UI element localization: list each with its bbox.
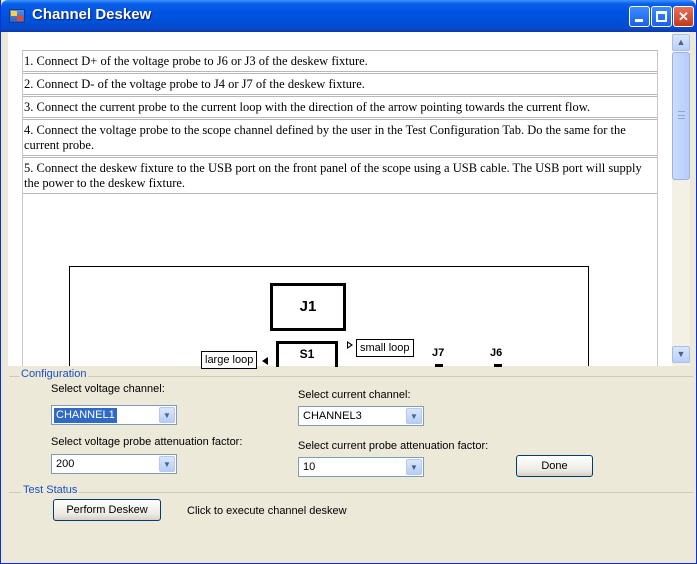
small-loop-label: small loop bbox=[356, 339, 414, 357]
deskew-fixture-diagram: J1 S1 small loop large loop J7 J6 bbox=[69, 266, 589, 369]
chevron-down-icon[interactable]: ▼ bbox=[159, 456, 175, 472]
window-title: Channel Deskew bbox=[32, 6, 152, 23]
instructions-panel: 1. Connect D+ of the voltage probe to J6… bbox=[8, 32, 679, 369]
voltage-channel-label: Select voltage channel: bbox=[51, 383, 165, 395]
current-atten-label: Select current probe attenuation factor: bbox=[298, 440, 489, 452]
configuration-group-border bbox=[9, 376, 693, 377]
minimize-icon bbox=[635, 19, 643, 22]
perform-deskew-button[interactable]: Perform Deskew bbox=[53, 499, 161, 521]
connector-j6-pin bbox=[494, 364, 502, 367]
instruction-step-3: 3. Connect the current probe to the curr… bbox=[23, 96, 657, 118]
test-status-group-border bbox=[9, 492, 693, 493]
scroll-down-button[interactable]: ▼ bbox=[672, 346, 690, 363]
voltage-atten-label: Select voltage probe attenuation factor: bbox=[51, 436, 243, 448]
voltage-atten-value: 200 bbox=[56, 458, 75, 470]
chevron-down-icon: ▼ bbox=[676, 349, 686, 359]
instruction-step-4: 4. Connect the voltage probe to the scop… bbox=[23, 119, 657, 156]
current-channel-label: Select current channel: bbox=[298, 389, 411, 401]
close-icon: ✕ bbox=[678, 9, 689, 24]
current-channel-select[interactable]: CHANNEL3 ▼ bbox=[298, 406, 424, 426]
instruction-step-2: 2. Connect D- of the voltage probe to J4… bbox=[23, 73, 657, 95]
voltage-atten-select[interactable]: 200 ▼ bbox=[51, 454, 177, 474]
scroll-thumb[interactable] bbox=[672, 52, 690, 180]
instruction-step-5: 5. Connect the deskew fixture to the USB… bbox=[23, 157, 657, 194]
deskew-hint-text: Click to execute channel deskew bbox=[187, 505, 347, 517]
large-loop-arrow-icon bbox=[262, 357, 268, 365]
current-atten-value: 10 bbox=[303, 461, 316, 473]
connector-j7-pin bbox=[435, 364, 443, 367]
done-button[interactable]: Done bbox=[516, 455, 593, 477]
connector-j1: J1 bbox=[270, 283, 346, 331]
vertical-scrollbar[interactable]: ▲ ▼ bbox=[672, 32, 690, 366]
title-bar[interactable]: Channel Deskew ✕ bbox=[1, 0, 696, 32]
connector-j7-label: J7 bbox=[432, 347, 445, 359]
chevron-down-icon[interactable]: ▼ bbox=[406, 459, 422, 475]
configuration-group-label: Configuration bbox=[19, 368, 89, 380]
grip-icon bbox=[678, 111, 685, 119]
voltage-channel-select[interactable]: CHANNEL1 ▼ bbox=[51, 405, 177, 425]
current-channel-value: CHANNEL3 bbox=[303, 410, 362, 422]
minimize-button[interactable] bbox=[629, 6, 650, 27]
maximize-button[interactable] bbox=[651, 6, 672, 27]
test-status-group-label: Test Status bbox=[21, 484, 80, 496]
app-icon bbox=[9, 9, 25, 23]
chevron-up-icon: ▲ bbox=[676, 37, 686, 47]
voltage-channel-value: CHANNEL1 bbox=[54, 408, 117, 423]
close-button[interactable]: ✕ bbox=[673, 6, 694, 27]
chevron-down-icon[interactable]: ▼ bbox=[406, 408, 422, 424]
connector-j6-label: J6 bbox=[490, 347, 503, 359]
chevron-down-icon[interactable]: ▼ bbox=[159, 407, 175, 423]
instruction-step-1: 1. Connect D+ of the voltage probe to J6… bbox=[23, 50, 657, 72]
current-atten-select[interactable]: 10 ▼ bbox=[298, 457, 424, 477]
small-loop-arrow-icon bbox=[347, 341, 353, 349]
maximize-icon bbox=[656, 11, 667, 22]
switch-s1: S1 bbox=[276, 341, 338, 367]
scroll-up-button[interactable]: ▲ bbox=[672, 34, 690, 51]
channel-deskew-window: Channel Deskew ✕ 1. Connect D+ of the vo… bbox=[0, 0, 697, 564]
large-loop-label: large loop bbox=[201, 351, 258, 369]
